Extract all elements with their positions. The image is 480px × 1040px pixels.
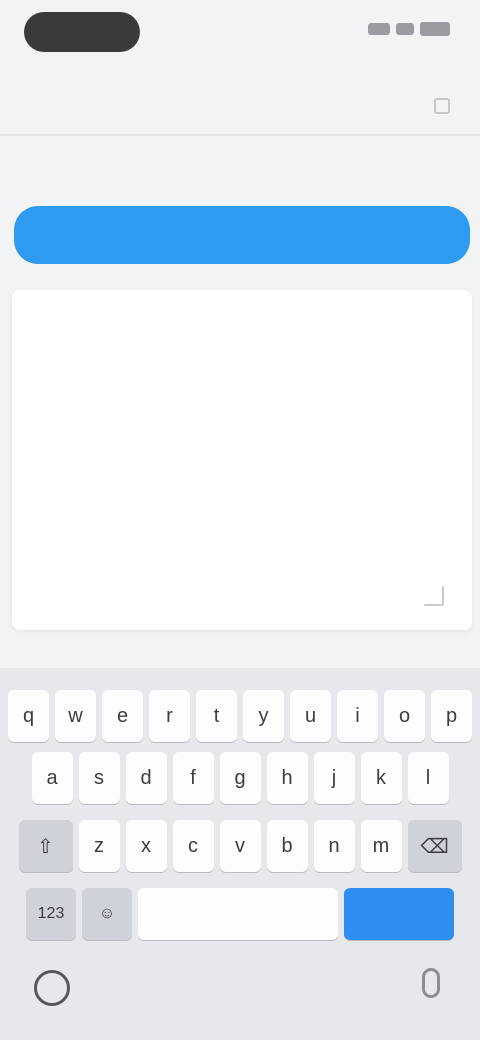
key-n[interactable]: n (313, 820, 355, 872)
backspace-key[interactable]: ⌫ (407, 820, 462, 872)
key-b[interactable]: b (266, 820, 308, 872)
key-y[interactable]: y (243, 690, 284, 742)
globe-icon[interactable] (34, 970, 70, 1006)
status-icons (368, 22, 450, 36)
key-r[interactable]: r (149, 690, 190, 742)
space-key[interactable] (138, 888, 338, 940)
battery-icon (420, 22, 450, 36)
time-pill (24, 12, 140, 52)
key-v[interactable]: v (219, 820, 261, 872)
key-m[interactable]: m (360, 820, 402, 872)
key-h[interactable]: h (266, 752, 308, 804)
selection-bar[interactable] (14, 206, 470, 264)
divider (0, 134, 480, 136)
microphone-icon[interactable] (422, 968, 440, 998)
enter-key[interactable] (344, 888, 454, 940)
key-o[interactable]: o (384, 690, 425, 742)
keyboard-row-4: 123 ☺ (0, 888, 480, 940)
text-editor[interactable] (12, 290, 472, 630)
key-i[interactable]: i (337, 690, 378, 742)
keyboard-row-3-letters: zxcvbnm (78, 820, 402, 872)
expand-icon[interactable] (434, 98, 450, 114)
keyboard-bottom-bar (0, 958, 480, 1040)
resize-handle[interactable] (424, 586, 444, 606)
key-k[interactable]: k (360, 752, 402, 804)
key-z[interactable]: z (78, 820, 120, 872)
key-u[interactable]: u (290, 690, 331, 742)
key-l[interactable]: l (407, 752, 449, 804)
key-p[interactable]: p (431, 690, 472, 742)
key-g[interactable]: g (219, 752, 261, 804)
key-a[interactable]: a (31, 752, 73, 804)
key-t[interactable]: t (196, 690, 237, 742)
key-d[interactable]: d (125, 752, 167, 804)
wifi-icon (396, 23, 414, 35)
key-s[interactable]: s (78, 752, 120, 804)
top-toolbar (0, 64, 480, 134)
key-c[interactable]: c (172, 820, 214, 872)
signal-icon (368, 23, 390, 35)
keyboard-row-1: qwertyuiop (0, 690, 480, 742)
key-x[interactable]: x (125, 820, 167, 872)
emoji-key[interactable]: ☺ (82, 888, 132, 940)
key-q[interactable]: q (8, 690, 49, 742)
key-w[interactable]: w (55, 690, 96, 742)
shift-key[interactable]: ⇧ (18, 820, 73, 872)
onscreen-keyboard: qwertyuiop asdfghjkl ⇧ zxcvbnm ⌫ 123 ☺ (0, 668, 480, 1040)
status-bar (0, 0, 480, 64)
key-j[interactable]: j (313, 752, 355, 804)
keyboard-row-3: ⇧ zxcvbnm ⌫ (0, 820, 480, 872)
keyboard-row-2: asdfghjkl (0, 752, 480, 804)
key-f[interactable]: f (172, 752, 214, 804)
numbers-key[interactable]: 123 (26, 888, 76, 940)
key-e[interactable]: e (102, 690, 143, 742)
